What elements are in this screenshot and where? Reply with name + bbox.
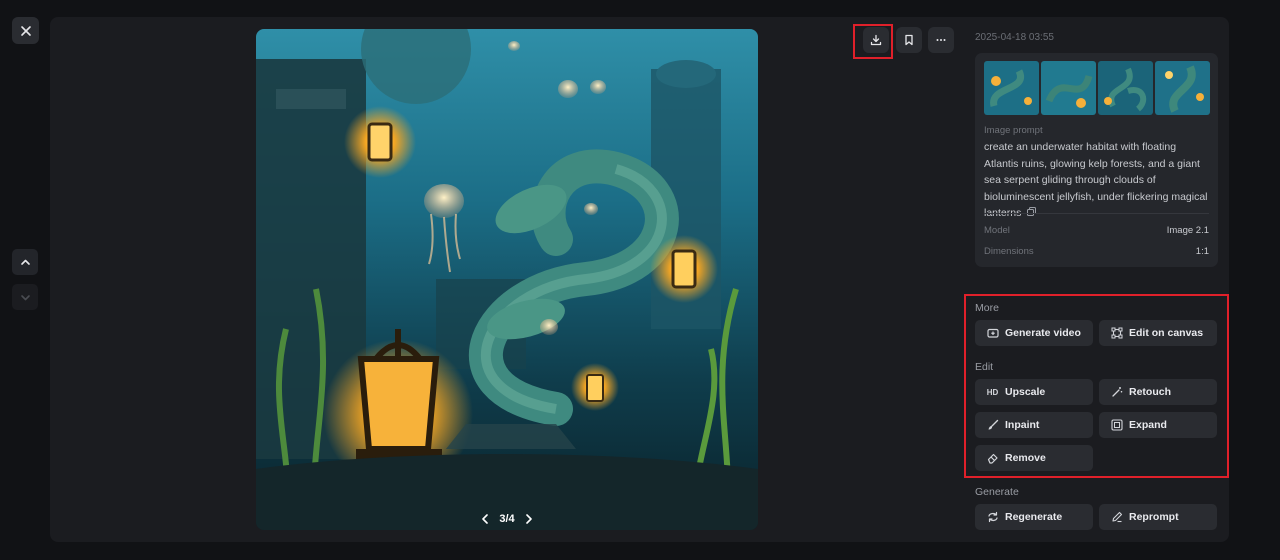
pager-next-button[interactable] (523, 512, 535, 526)
image-pager: 3/4 (256, 512, 758, 526)
dimensions-row: Dimensions 1:1 (984, 246, 1209, 257)
dimensions-value: 1:1 (1195, 246, 1209, 257)
generated-image[interactable]: 3/4 (256, 29, 758, 530)
chevron-right-icon (525, 514, 532, 524)
next-image-button[interactable] (12, 284, 38, 310)
copy-icon (1027, 207, 1037, 216)
model-row: Model Image 2.1 (984, 225, 1209, 236)
section-label-generate: Generate (975, 486, 1019, 498)
thumbnail-3[interactable] (1098, 61, 1153, 115)
refresh-icon (986, 511, 999, 524)
thumbnail-2[interactable] (1041, 61, 1096, 115)
more-options-button[interactable] (928, 27, 954, 53)
image-info-card: Image prompt create an underwater habita… (975, 53, 1218, 267)
image-artwork (256, 29, 758, 530)
chevron-left-icon (482, 514, 489, 524)
regenerate-button[interactable]: Regenerate (975, 504, 1093, 530)
bookmark-button[interactable] (896, 27, 922, 53)
prompt-text: create an underwater habitat with floati… (984, 139, 1210, 222)
divider (984, 213, 1209, 214)
close-button[interactable] (12, 17, 39, 44)
thumbnail-1[interactable] (984, 61, 1039, 115)
timestamp: 2025-04-18 03:55 (975, 32, 1054, 43)
pager-prev-button[interactable] (479, 512, 491, 526)
pager-label: 3/4 (499, 513, 515, 525)
reprompt-button[interactable]: Reprompt (1099, 504, 1217, 530)
bookmark-icon (905, 34, 913, 46)
regenerate-label: Regenerate (1005, 511, 1063, 523)
thumbnail-4[interactable] (1155, 61, 1210, 115)
thumbnail-strip (984, 61, 1210, 115)
model-value: Image 2.1 (1166, 225, 1209, 236)
chevron-up-icon (20, 259, 30, 265)
chevron-down-icon (20, 294, 30, 300)
dimensions-label: Dimensions (984, 246, 1034, 257)
pencil-icon (1110, 511, 1123, 524)
close-icon (20, 25, 31, 36)
previous-image-button[interactable] (12, 249, 38, 275)
prompt-label: Image prompt (984, 125, 1043, 136)
more-icon (936, 39, 946, 41)
actions-highlight-frame (964, 294, 1229, 478)
model-label: Model (984, 225, 1010, 236)
reprompt-label: Reprompt (1129, 511, 1179, 523)
download-highlight-frame (853, 24, 893, 59)
prompt-text-content: create an underwater habitat with floati… (984, 141, 1208, 220)
